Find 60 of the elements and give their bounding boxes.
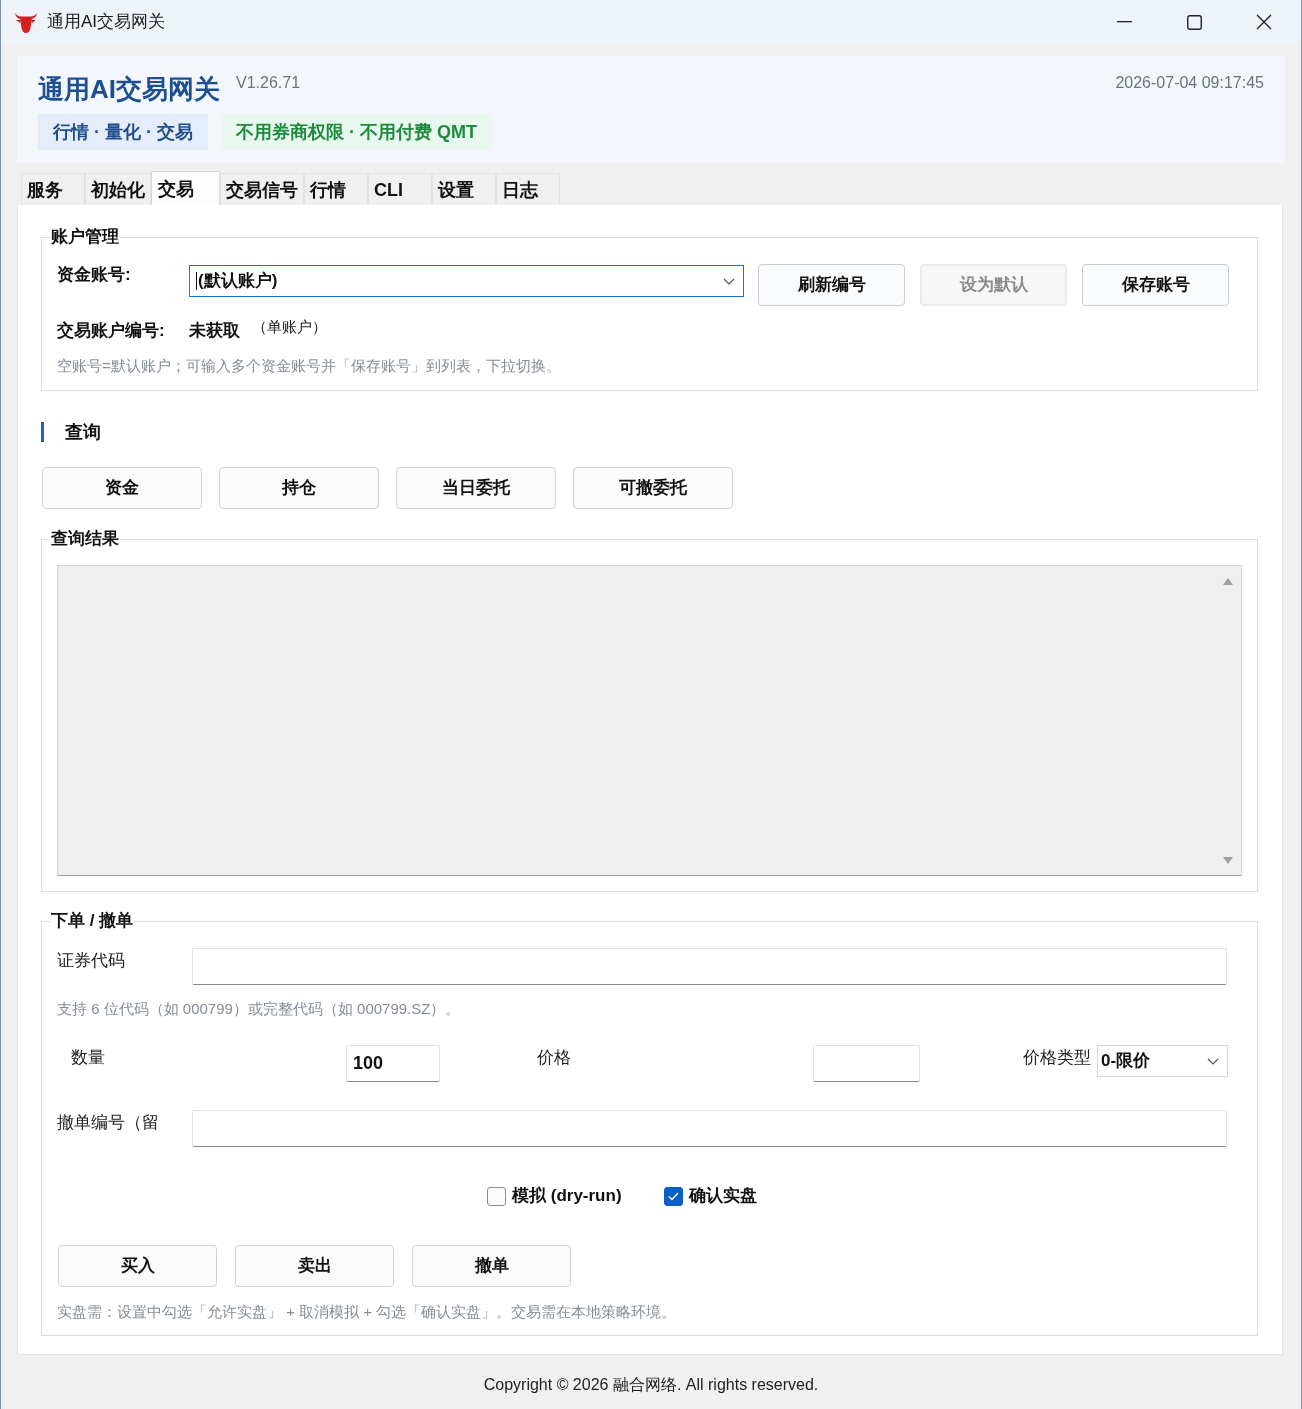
- query-button[interactable]: 持仓: [219, 467, 379, 509]
- chevron-down-icon: [1207, 1057, 1219, 1065]
- checkbox[interactable]: [663, 1186, 683, 1206]
- tab[interactable]: CLI: [368, 173, 432, 205]
- chevron-down-icon: [723, 277, 735, 285]
- tab[interactable]: 设置: [432, 173, 496, 205]
- security-code-input[interactable]: [192, 948, 1227, 985]
- group-title: 查询结果: [50, 528, 120, 550]
- field-label: 价格: [537, 1047, 572, 1069]
- order-button[interactable]: 买入: [58, 1245, 217, 1287]
- tab[interactable]: 交易: [151, 171, 220, 205]
- checkmark-icon: [667, 1191, 679, 1201]
- field-label: 证券代码: [57, 950, 126, 972]
- group-title: 下单 / 撤单: [50, 910, 135, 932]
- hint-text: 空账号=默认账户；可输入多个资金账号并「保存账号」到列表，下拉切换。: [57, 356, 562, 376]
- tab[interactable]: 服务: [21, 173, 85, 205]
- hint-text: 支持 6 位代码（如 000799）或完整代码（如 000799.SZ）。: [57, 999, 462, 1019]
- group-title: 账户管理: [50, 226, 120, 248]
- checkbox[interactable]: [487, 1186, 506, 1206]
- tab[interactable]: 行情: [304, 173, 368, 205]
- account-mode-note: （单账户）: [252, 317, 327, 337]
- minimize-icon: [1116, 21, 1132, 23]
- section-marker-icon: [41, 422, 44, 442]
- field-label: 交易账户编号:: [57, 320, 166, 342]
- field-label: 资金账号:: [57, 264, 132, 286]
- order-button[interactable]: 卖出: [235, 1245, 394, 1287]
- scroll-up-icon[interactable]: [1222, 578, 1233, 585]
- app-title: 通用AI交易网关: [38, 73, 220, 105]
- hint-text: 实盘需：设置中勾选「允许实盘」 + 取消模拟 + 勾选「确认实盘」。交易需在本地策略环境。: [57, 1302, 678, 1322]
- version-label: V1.26.71: [236, 73, 301, 93]
- checkbox-label[interactable]: 确认实盘: [688, 1185, 757, 1207]
- section-title: 查询: [65, 421, 101, 444]
- text-cursor-icon: [196, 272, 197, 290]
- datetime-label: 2026-07-04 09:17:45: [1115, 73, 1264, 93]
- close-icon: [1256, 14, 1272, 30]
- field-label: 数量: [71, 1047, 106, 1069]
- checkbox-label[interactable]: 模拟 (dry-run): [512, 1185, 622, 1207]
- maximize-icon: [1186, 14, 1202, 30]
- price-type-select[interactable]: 0-限价: [1097, 1045, 1228, 1077]
- field-label: 价格类型: [1022, 1047, 1092, 1069]
- window-title: 通用AI交易网关: [47, 11, 166, 33]
- order-button[interactable]: 撤单: [412, 1245, 571, 1287]
- tab[interactable]: 日志: [496, 173, 560, 205]
- copyright-text: Copyright © 2026 融合网络. All rights reserved.: [483, 1375, 819, 1395]
- query-button[interactable]: 当日委托: [396, 467, 556, 509]
- account-button[interactable]: 保存账号: [1082, 264, 1229, 306]
- tagline-badge: 行情 · 量化 · 交易: [38, 114, 208, 150]
- price-input[interactable]: [813, 1045, 920, 1082]
- scroll-down-icon[interactable]: [1222, 857, 1233, 864]
- tagline-badge: 不用券商权限 · 不用付费 QMT: [221, 114, 492, 150]
- fund-account-combobox[interactable]: (默认账户): [189, 265, 744, 297]
- field-label: 撤单编号（留: [57, 1112, 160, 1134]
- account-button[interactable]: 刷新编号: [758, 264, 905, 306]
- quantity-input[interactable]: 100: [346, 1045, 440, 1082]
- cancel-order-id-input[interactable]: [192, 1110, 1227, 1147]
- tab[interactable]: 初始化: [85, 173, 151, 205]
- query-button[interactable]: 可撤委托: [573, 467, 733, 509]
- query-button[interactable]: 资金: [42, 467, 202, 509]
- tab[interactable]: 交易信号: [220, 173, 304, 205]
- account-id-value: 未获取: [189, 320, 240, 342]
